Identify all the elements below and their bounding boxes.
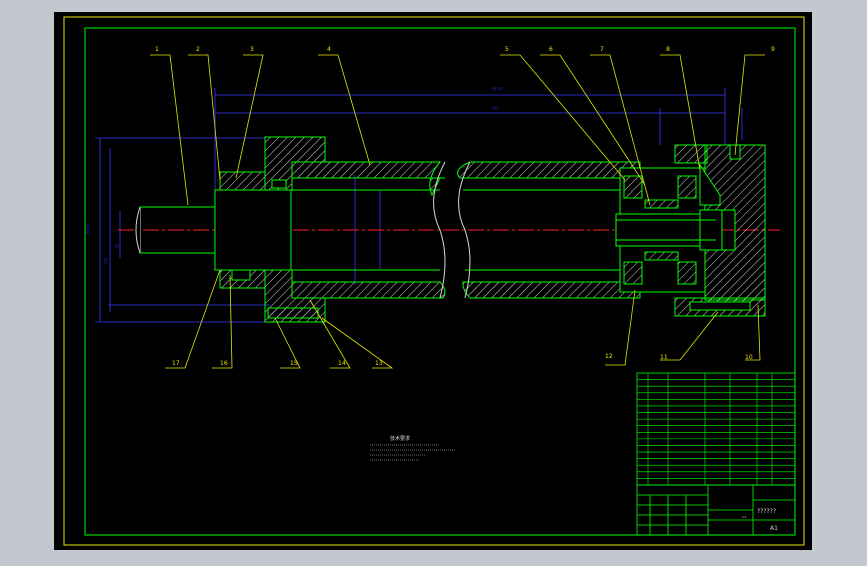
callout-13: 13 [375, 360, 383, 367]
svg-text:???: ??? [492, 106, 498, 111]
callout-1: 1 [155, 46, 159, 53]
callout-15: 15 [290, 360, 298, 367]
callout-9: 9 [771, 46, 775, 53]
callout-14: 14 [338, 360, 346, 367]
callout-6: 6 [549, 46, 553, 53]
callout-2: 2 [196, 46, 200, 53]
callout-12: 12 [605, 353, 613, 360]
title-block-name: ?????? [757, 508, 776, 515]
notes-title: 技术要求 [390, 435, 410, 442]
svg-text:???: ??? [104, 258, 109, 264]
svg-text:??: ?? [115, 244, 120, 248]
callout-11: 11 [660, 354, 668, 361]
callout-3: 3 [250, 46, 254, 53]
callout-16: 16 [220, 360, 228, 367]
callout-4: 4 [327, 46, 331, 53]
cad-viewport[interactable]: ????? ??? ????? ??? ?? 1 2 3 4 5 6 7 8 9… [0, 0, 867, 562]
callout-8: 8 [666, 46, 670, 53]
title-block-scale: 1:1 [742, 515, 747, 519]
callout-17: 17 [172, 360, 180, 367]
svg-text:?????: ????? [86, 223, 91, 234]
svg-text:?????: ????? [492, 87, 503, 92]
callout-10: 10 [745, 354, 753, 361]
callout-7: 7 [600, 46, 604, 53]
title-block-sheet: A1 [770, 525, 778, 532]
callout-5: 5 [505, 46, 509, 53]
